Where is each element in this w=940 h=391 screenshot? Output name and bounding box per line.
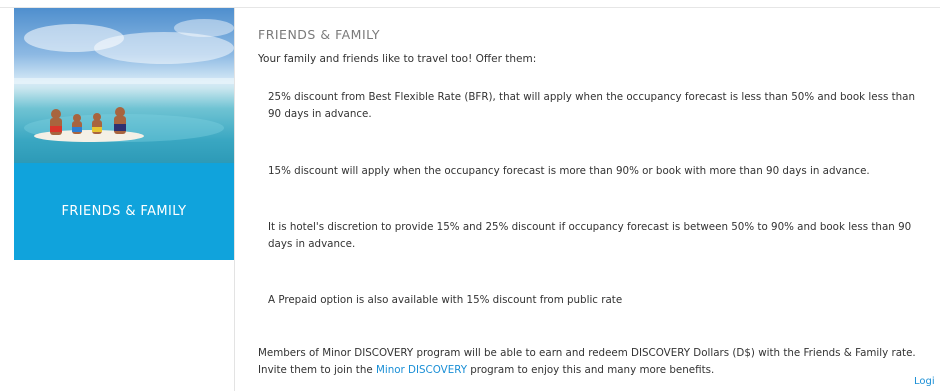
- top-border: [0, 0, 940, 8]
- offer-item: 25% discount from Best Flexible Rate (BF…: [268, 91, 915, 120]
- column-divider: [234, 8, 235, 391]
- intro-text: Your family and friends like to travel t…: [258, 53, 537, 65]
- members-paragraph: Members of Minor DISCOVERY program will …: [258, 345, 938, 379]
- members-text-after: program to enjoy this and many more bene…: [467, 364, 715, 376]
- beach-family-photo: [14, 8, 234, 163]
- offer-item: It is hotel's discretion to provide 15% …: [268, 221, 912, 250]
- offer-item: A Prepaid option is also available with …: [268, 294, 623, 306]
- promo-card[interactable]: FRIENDS & FAMILY: [14, 8, 234, 260]
- card-banner-label: FRIENDS & FAMILY: [61, 204, 187, 219]
- page-title: FRIENDS & FAMILY: [258, 27, 381, 42]
- minor-discovery-link[interactable]: Minor DISCOVERY: [376, 364, 467, 376]
- card-banner[interactable]: FRIENDS & FAMILY: [14, 163, 234, 260]
- offer-item: 15% discount will apply when the occupan…: [268, 165, 870, 177]
- login-link[interactable]: Logi: [914, 376, 935, 387]
